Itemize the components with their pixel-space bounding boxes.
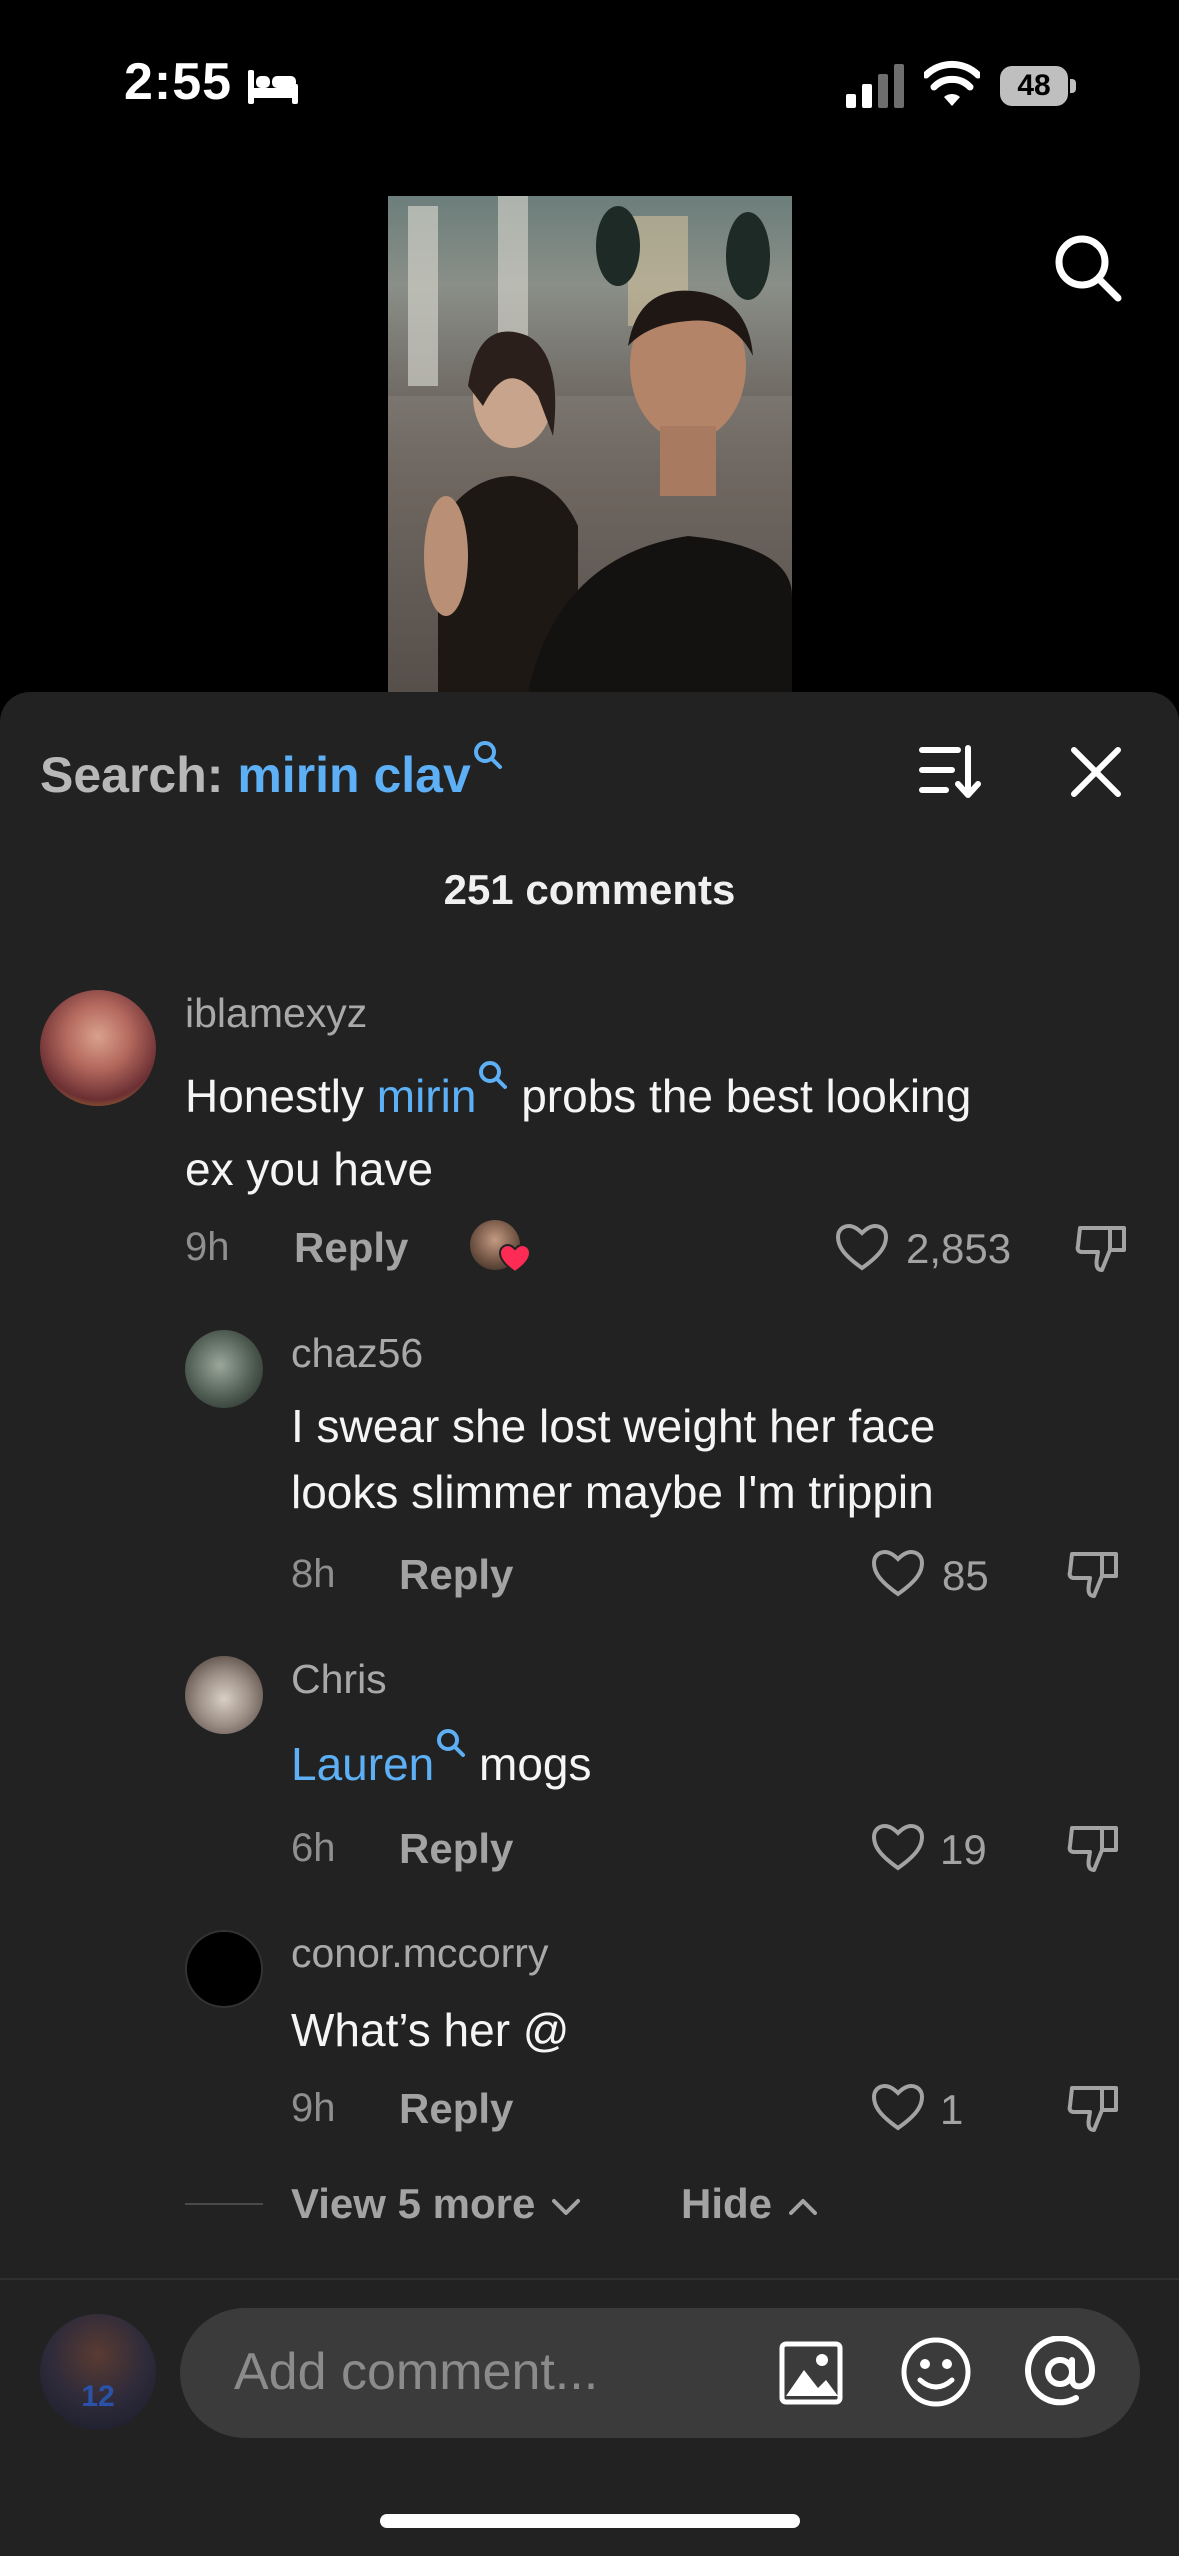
like-icon[interactable]	[870, 1548, 926, 1598]
battery-level: 48	[1017, 69, 1051, 102]
reply-button[interactable]: Reply	[294, 1224, 408, 1272]
creator-liked-badge	[470, 1220, 532, 1276]
reply-button[interactable]: Reply	[399, 2085, 513, 2133]
comment-highlight-link[interactable]: mirin	[377, 1070, 477, 1122]
comment-time: 9h	[185, 1225, 230, 1269]
comment-time: 6h	[291, 1826, 336, 1870]
image-icon[interactable]	[778, 2340, 844, 2406]
like-count: 2,853	[906, 1225, 1012, 1272]
comment-text: Lauren mogs	[291, 1728, 592, 1800]
home-indicator[interactable]	[380, 2514, 800, 2528]
battery-indicator: 48	[1000, 66, 1076, 106]
dislike-icon[interactable]	[1074, 1220, 1130, 1276]
search-term[interactable]: mirin clav	[237, 747, 470, 803]
comment-input-placeholder: Add comment...	[234, 2343, 599, 2401]
comment-username[interactable]: Chris	[291, 1656, 387, 1703]
like-icon[interactable]	[870, 2082, 926, 2132]
view-more-button[interactable]: View 5 more	[291, 2180, 581, 2228]
comment-text: Honestly mirin probs the best looking	[185, 1060, 971, 1132]
comment-text: What’s her @	[291, 2004, 570, 2056]
search-icon[interactable]	[1052, 232, 1124, 304]
close-icon[interactable]	[1068, 744, 1124, 800]
hide-replies-button[interactable]: Hide	[681, 2180, 818, 2228]
view-more-label: View 5 more	[291, 2180, 536, 2227]
comment-time: 9h	[291, 2086, 336, 2130]
chevron-up-icon	[788, 2198, 817, 2215]
cellular-signal-icon	[846, 64, 904, 108]
reply-button[interactable]: Reply	[399, 1825, 513, 1873]
thread-line	[185, 2203, 263, 2205]
chevron-down-icon	[552, 2198, 581, 2215]
like-icon[interactable]	[834, 1222, 890, 1272]
comment-username[interactable]: iblamexyz	[185, 990, 367, 1037]
dislike-icon[interactable]	[1066, 2080, 1122, 2136]
composer-divider	[0, 2278, 1179, 2280]
mention-icon[interactable]	[1024, 2336, 1096, 2408]
search-prefix: Search:	[40, 747, 224, 803]
comment-text-rest: mogs	[479, 1738, 592, 1790]
comment-text-line2: ex you have	[185, 1143, 434, 1195]
avatar[interactable]	[185, 1330, 263, 1408]
search-suggestion-icon	[473, 741, 502, 769]
like-count: 1	[940, 2086, 964, 2133]
emoji-icon[interactable]	[900, 2336, 972, 2408]
avatar[interactable]	[185, 1656, 263, 1734]
comment-text-prefix: Honestly	[185, 1070, 364, 1122]
comment-text-line2: looks slimmer maybe I'm trippin	[291, 1466, 934, 1518]
heart-badge-icon	[498, 1244, 532, 1274]
video-frame-image	[388, 196, 792, 692]
status-time: 2:55	[124, 53, 233, 111]
comment-username[interactable]: chaz56	[291, 1330, 423, 1377]
jersey-number: 12	[81, 2380, 115, 2413]
comment-username[interactable]: conor.mccorry	[291, 1930, 548, 1977]
wifi-icon	[924, 60, 980, 106]
avatar[interactable]	[40, 990, 156, 1106]
sleep-focus-icon	[248, 70, 298, 104]
my-avatar[interactable]: 12	[40, 2314, 156, 2430]
hide-label: Hide	[681, 2180, 773, 2227]
comments-sheet	[0, 692, 1179, 2556]
like-icon[interactable]	[870, 1822, 926, 1872]
comment-text-rest: probs the best looking	[521, 1070, 972, 1122]
comment-text-line1: I swear she lost weight her face	[291, 1400, 936, 1452]
sort-icon[interactable]	[918, 742, 982, 800]
comment-count: 251 comments	[443, 866, 736, 913]
search-suggestion-icon	[479, 1061, 508, 1089]
comment-highlight-link[interactable]: Lauren	[291, 1738, 434, 1790]
reply-button[interactable]: Reply	[399, 1551, 513, 1599]
dislike-icon[interactable]	[1066, 1546, 1122, 1602]
search-header: Search: mirin clav	[40, 740, 503, 804]
like-count: 19	[940, 1826, 987, 1873]
avatar[interactable]	[185, 1930, 263, 2008]
comment-time: 8h	[291, 1552, 336, 1596]
like-count: 85	[942, 1552, 989, 1599]
dislike-icon[interactable]	[1066, 1820, 1122, 1876]
video-thumbnail[interactable]	[388, 196, 792, 692]
search-suggestion-icon	[437, 1729, 466, 1757]
